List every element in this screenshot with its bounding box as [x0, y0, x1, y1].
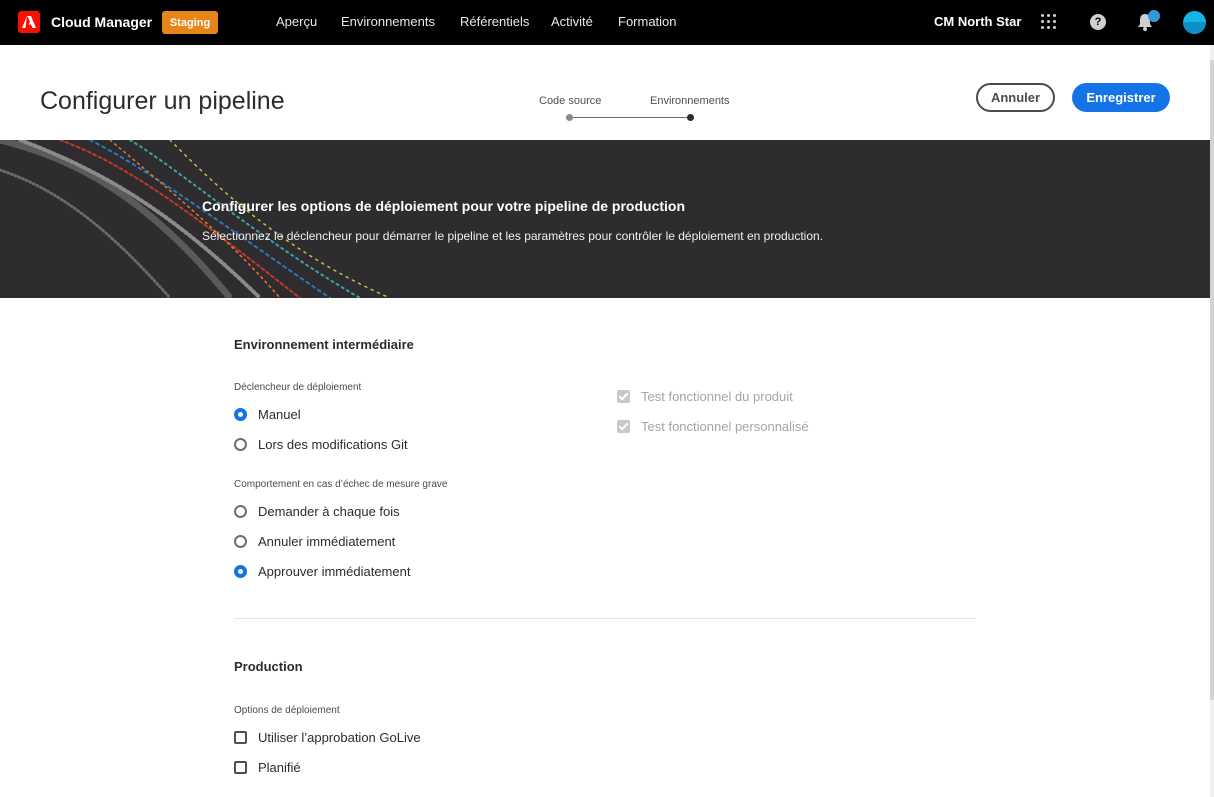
radio-empty-icon[interactable]: [234, 504, 247, 518]
failure-option-ask[interactable]: Demander à chaque fois: [234, 503, 400, 519]
failure-behavior-label: Comportement en cas d’échec de mesure gr…: [234, 479, 448, 490]
step-dot-completed-icon: [566, 114, 573, 121]
banner-subtitle: Sélectionnez le déclencheur pour démarre…: [202, 229, 824, 243]
option-label: Manuel: [258, 406, 301, 422]
banner-artwork-icon: [0, 140, 391, 298]
adobe-logo-icon[interactable]: [18, 11, 40, 33]
test-custom-functional: Test fonctionnel personnalisé: [617, 418, 809, 434]
step-environments: Environnements: [650, 95, 730, 107]
checkbox-icon[interactable]: [234, 730, 247, 744]
banner-title: Configurer les options de déploiement po…: [202, 198, 686, 214]
help-icon[interactable]: ?: [1090, 14, 1106, 30]
cancel-button[interactable]: Annuler: [976, 83, 1055, 112]
test-product-functional: Test fonctionnel du produit: [617, 388, 793, 404]
nav-activity[interactable]: Activité: [551, 14, 593, 29]
step-dot-current-icon: [687, 114, 694, 121]
nav-repositories[interactable]: Référentiels: [460, 14, 529, 29]
nav-environments[interactable]: Environnements: [341, 14, 435, 29]
option-label: Test fonctionnel du produit: [641, 388, 793, 404]
option-label: Test fonctionnel personnalisé: [641, 418, 809, 434]
step-source-code: Code source: [539, 95, 602, 107]
option-label: Annuler immédiatement: [258, 533, 396, 549]
option-label: Planifié: [258, 759, 301, 775]
nav-training[interactable]: Formation: [618, 14, 677, 29]
failure-option-approve[interactable]: Approuver immédiatement: [234, 563, 410, 579]
radio-empty-icon[interactable]: [234, 534, 247, 548]
apps-grid-icon[interactable]: [1041, 14, 1057, 30]
option-scheduled[interactable]: Planifié: [234, 759, 301, 775]
checkbox-icon[interactable]: [234, 760, 247, 774]
production-section-title: Production: [234, 659, 303, 674]
trigger-option-manual[interactable]: Manuel: [234, 406, 301, 422]
org-switcher[interactable]: CM North Star: [934, 14, 1021, 29]
failure-option-cancel[interactable]: Annuler immédiatement: [234, 533, 395, 549]
checkbox-checked-disabled-icon: [617, 419, 630, 433]
stepper-track: [569, 117, 691, 118]
checkbox-checked-disabled-icon: [617, 389, 630, 403]
top-nav-bar: Cloud Manager Staging Aperçu Environneme…: [0, 0, 1214, 45]
section-divider: [234, 618, 976, 619]
option-label: Approuver immédiatement: [258, 563, 411, 579]
option-label: Lors des modifications Git: [258, 436, 408, 452]
trigger-label: Déclencheur de déploiement: [234, 382, 362, 393]
save-button[interactable]: Enregistrer: [1072, 83, 1170, 112]
page-title: Configurer un pipeline: [40, 87, 285, 115]
scrollbar-thumb[interactable]: [1210, 60, 1214, 700]
staging-section-title: Environnement intermédiaire: [234, 337, 414, 352]
option-label: Utiliser l’approbation GoLive: [258, 729, 421, 745]
option-golive-approval[interactable]: Utiliser l’approbation GoLive: [234, 729, 421, 745]
nav-overview[interactable]: Aperçu: [276, 14, 317, 29]
staging-badge[interactable]: Staging: [162, 11, 218, 34]
avatar[interactable]: [1183, 11, 1206, 34]
deployment-options-label: Options de déploiement: [234, 705, 340, 716]
radio-empty-icon[interactable]: [234, 437, 247, 451]
option-label: Demander à chaque fois: [258, 503, 400, 519]
radio-selected-icon[interactable]: [234, 564, 247, 578]
trigger-option-git[interactable]: Lors des modifications Git: [234, 436, 408, 452]
app-title[interactable]: Cloud Manager: [51, 14, 152, 30]
hero-banner: Configurer les options de déploiement po…: [0, 140, 1210, 298]
notification-dot-icon: [1148, 10, 1160, 22]
radio-selected-icon[interactable]: [234, 407, 247, 421]
